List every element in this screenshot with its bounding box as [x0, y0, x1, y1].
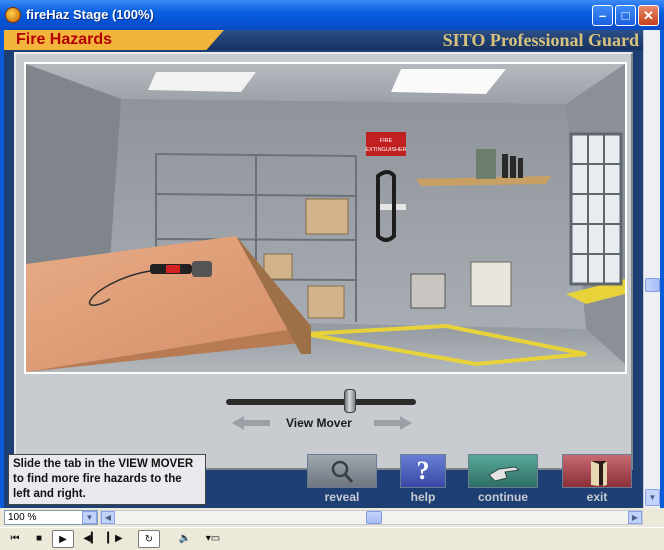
continue-label: continue: [478, 490, 528, 504]
minimize-button[interactable]: –: [592, 5, 613, 26]
reveal-label: reveal: [324, 490, 360, 504]
scroll-left-icon[interactable]: ◀: [101, 511, 115, 524]
help-label: help: [410, 490, 436, 504]
vertical-scrollbar[interactable]: ▼: [643, 30, 660, 508]
sign-line-2: EXTINGUISHER: [365, 147, 406, 153]
window-title: fireHaz Stage (100%): [26, 7, 154, 22]
app-icon: [5, 7, 21, 23]
scroll-down-icon[interactable]: ▼: [645, 489, 660, 506]
scene-panel: FIRE EXTINGUISHER View Mover: [14, 52, 633, 470]
arrow-right-icon: [374, 416, 412, 430]
instruction-box: Slide the tab in the VIEW MOVER to find …: [8, 454, 206, 505]
step-back-icon[interactable]: ◀▎: [80, 530, 102, 548]
view-mover-tab[interactable]: [343, 389, 356, 413]
sign-line-1: FIRE: [380, 138, 393, 144]
close-button[interactable]: ✕: [638, 5, 659, 26]
vertical-scroll-thumb[interactable]: [645, 278, 660, 292]
warehouse-scene[interactable]: FIRE EXTINGUISHER: [24, 62, 627, 374]
section-title: Fire Hazards: [16, 31, 113, 48]
help-button[interactable]: ? help: [400, 454, 448, 504]
view-mover-track[interactable]: [226, 399, 416, 405]
brand-title: SITO Professional Guard: [442, 30, 639, 50]
exit-button[interactable]: exit: [562, 454, 634, 504]
reveal-button[interactable]: reveal: [307, 454, 379, 504]
title-bar[interactable]: fireHaz Stage (100%) – □ ✕: [0, 0, 664, 30]
exit-label: exit: [586, 490, 608, 504]
magnifier-icon: [331, 460, 354, 483]
horizontal-scroll-thumb[interactable]: [366, 511, 382, 524]
flash-stage: Fire Hazards SITO Professional Guard FIR…: [4, 30, 643, 508]
horizontal-scrollbar[interactable]: ◀ ▶: [100, 510, 643, 525]
stop-icon[interactable]: ■: [28, 530, 50, 548]
rewind-icon[interactable]: ⏮: [4, 530, 26, 548]
warehouse-illustration: FIRE EXTINGUISHER: [26, 64, 625, 372]
question-icon: ?: [416, 456, 430, 485]
step-forward-icon[interactable]: ▎▶: [104, 530, 126, 548]
continue-button[interactable]: continue: [468, 454, 540, 504]
view-mover-label: View Mover: [286, 416, 352, 430]
maximize-button[interactable]: □: [615, 5, 636, 26]
scroll-right-icon[interactable]: ▶: [628, 511, 642, 524]
play-icon[interactable]: ▶: [52, 530, 74, 548]
app-window: fireHaz Stage (100%) – □ ✕ Fire Hazards …: [0, 0, 664, 550]
pointing-hand-icon: [488, 466, 521, 482]
volume-slider-icon[interactable]: ▾▭: [198, 530, 228, 548]
volume-icon[interactable]: 🔈: [174, 530, 196, 548]
chevron-down-icon[interactable]: ▼: [82, 511, 97, 524]
loop-icon[interactable]: ↻: [138, 530, 160, 548]
door-icon: [591, 461, 607, 486]
playback-toolbar: ⏮ ■ ▶ ◀▎ ▎▶ ↻ 🔈 ▾▭: [0, 527, 664, 550]
arrow-left-icon: [232, 416, 270, 430]
